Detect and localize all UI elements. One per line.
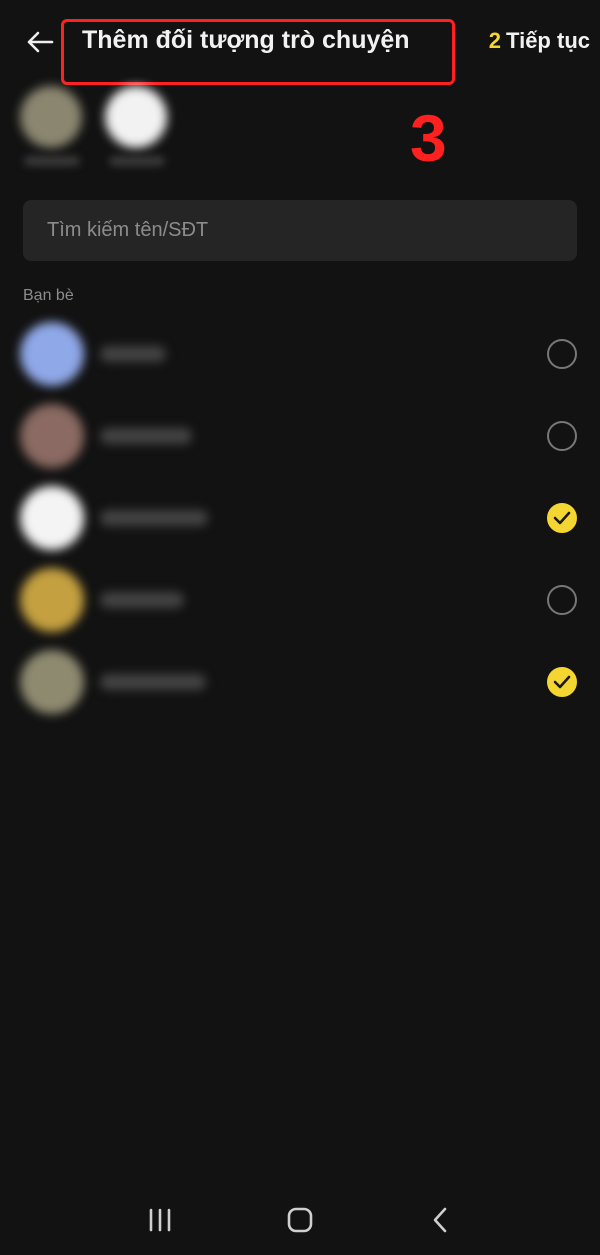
- list-item[interactable]: [0, 477, 600, 559]
- recent-apps-button[interactable]: [140, 1200, 180, 1240]
- selected-name: [109, 156, 165, 166]
- selected-count: 2: [488, 28, 502, 53]
- avatar: [20, 486, 84, 550]
- list-item[interactable]: [0, 313, 600, 395]
- select-radio[interactable]: [547, 339, 577, 369]
- select-radio[interactable]: [547, 503, 577, 533]
- avatar: [20, 568, 84, 632]
- contact-name: [100, 346, 166, 362]
- home-button[interactable]: [280, 1200, 320, 1240]
- check-icon: [553, 675, 571, 689]
- avatar: [20, 404, 84, 468]
- search-input[interactable]: [23, 200, 577, 261]
- list-item[interactable]: [0, 559, 600, 641]
- system-navbar: [0, 1185, 600, 1255]
- selected-contacts-strip: [0, 84, 600, 184]
- check-icon: [553, 511, 571, 525]
- selected-name: [24, 156, 80, 166]
- contact-name: [100, 592, 184, 608]
- list-item[interactable]: [0, 395, 600, 477]
- avatar: [20, 650, 84, 714]
- back-button[interactable]: [20, 22, 60, 62]
- select-radio[interactable]: [547, 667, 577, 697]
- home-icon: [287, 1207, 313, 1233]
- list-item[interactable]: [0, 641, 600, 723]
- continue-button[interactable]: 2 Tiếp tục: [489, 28, 590, 54]
- back-icon: [433, 1207, 447, 1233]
- header: Thêm đối tượng trò chuyện 2 Tiếp tục: [0, 0, 600, 85]
- selected-avatar[interactable]: [20, 86, 82, 148]
- system-back-button[interactable]: [420, 1200, 460, 1240]
- recent-apps-icon: [149, 1208, 171, 1232]
- avatar: [20, 322, 84, 386]
- selected-avatar[interactable]: [105, 86, 167, 148]
- annotation-highlight-box: [61, 19, 455, 85]
- contact-name: [100, 428, 192, 444]
- friends-section-label: Bạn bè: [23, 287, 74, 304]
- arrow-left-icon: [27, 31, 54, 53]
- contact-name: [100, 674, 206, 690]
- select-radio[interactable]: [547, 585, 577, 615]
- select-radio[interactable]: [547, 421, 577, 451]
- continue-label: Tiếp tục: [506, 28, 590, 53]
- contact-name: [100, 510, 208, 526]
